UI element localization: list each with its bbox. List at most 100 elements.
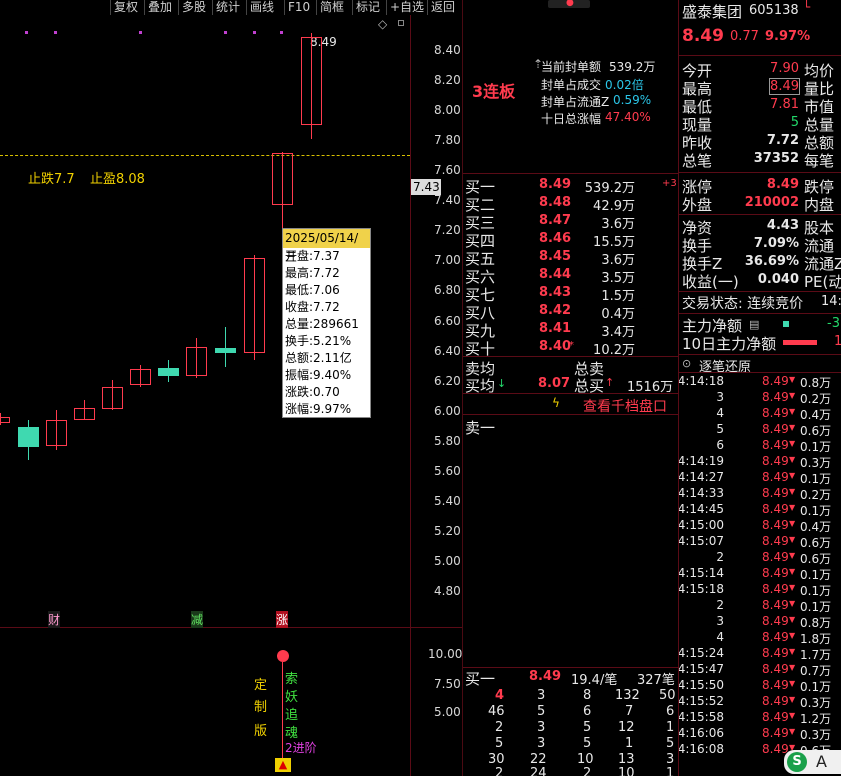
event-marker-limit[interactable]: 涨	[276, 611, 289, 628]
queue-cell: 30	[488, 752, 505, 767]
bid-row[interactable]: 买三 8.47 3.6万	[463, 212, 678, 232]
marker-dot	[280, 31, 283, 34]
tick-price: 8.49	[762, 390, 789, 404]
toolbar-back-button[interactable]: 返回	[427, 0, 455, 15]
bid-price: 8.45	[539, 249, 572, 264]
toolbar-multi-stock-button[interactable]: 多股	[178, 0, 206, 15]
tick-price: 8.49	[762, 518, 789, 532]
quote-right-label: PE(动	[804, 273, 841, 291]
tick-time: 2	[716, 550, 724, 564]
toolbar-restore-rights-button[interactable]: 复权	[110, 0, 138, 15]
event-marker-reduce[interactable]: 减	[191, 611, 204, 628]
tick-direction-icon: ▼	[789, 567, 796, 576]
app-logo-icon: S	[787, 752, 807, 772]
view-thousand-depth-link[interactable]: 查看千档盘口	[583, 396, 667, 416]
queue-cell: 3	[537, 720, 546, 735]
price-tick: 5.00	[434, 554, 461, 568]
quote-value: 36.69%	[744, 254, 799, 269]
quote-row: 总笔 37352 每笔	[679, 151, 841, 170]
diamond-icon[interactable]: ◇	[378, 17, 387, 31]
bid-row[interactable]: 买二 8.48 42.9万	[463, 194, 678, 214]
bid-row[interactable]: 买六 8.44 3.5万	[463, 266, 678, 286]
price-tick: 5.80	[434, 434, 461, 448]
tick-time: 3	[716, 614, 724, 628]
bid-row[interactable]: 买十 8.40 * 10.2万	[463, 338, 678, 358]
bid-row[interactable]: 买一 8.49 539.2万 +3	[463, 176, 678, 196]
tick-time: 14:14:18	[679, 374, 724, 388]
queue-cell: 22	[530, 752, 547, 767]
tick-direction-icon: ▼	[789, 519, 796, 528]
indicator-tick: 5.00	[434, 705, 461, 719]
quote-value: 0.040	[757, 272, 799, 287]
bid-row[interactable]: 买五 8.45 3.6万	[463, 248, 678, 268]
grid-icon[interactable]: ▤	[749, 318, 759, 331]
buy-avg-value: 8.07	[538, 376, 571, 391]
queue-cell: 132	[615, 688, 640, 703]
tick-price: 8.49	[762, 694, 789, 708]
tick-time: 5	[716, 422, 724, 436]
indicator-bar	[282, 662, 283, 762]
flow-bar-negative	[783, 340, 817, 345]
bid-row[interactable]: 买四 8.46 15.5万	[463, 230, 678, 250]
tick-row: 5 8.49 ▼ 0.6万	[679, 422, 841, 438]
queue-cell: 50	[659, 688, 676, 703]
tick-row: 14:16:06 8.49▼ 0.3万	[679, 726, 841, 742]
close-icon[interactable]: ●	[566, 0, 574, 8]
current-price-tag: 7.43	[411, 179, 441, 195]
corner-badge: A	[816, 752, 827, 771]
quote-divider	[679, 291, 841, 292]
tick-direction-icon: ▼	[789, 535, 796, 544]
toolbar-mark-button[interactable]: 标记	[352, 0, 380, 15]
tick-price: 8.49	[762, 406, 789, 420]
toolbar-draw-line-button[interactable]: 画线	[246, 0, 274, 15]
tick-price: 8.49	[762, 662, 789, 676]
maximize-icon[interactable]	[398, 20, 404, 26]
tick-direction-icon: ▼	[789, 455, 796, 464]
tick-price: 8.49	[762, 566, 789, 580]
tick-row: 14:14:45 8.49▼ 0.1万	[679, 502, 841, 518]
tick-time: 14:15:58	[679, 710, 724, 724]
toolbar-f10-button[interactable]: F10	[284, 0, 310, 15]
tick-volume: 0.1万	[800, 568, 832, 582]
tooltip-low: 最低:7.06	[285, 283, 340, 297]
toolbar-overlay-button[interactable]: 叠加	[144, 0, 172, 15]
queue-label: 买一	[465, 670, 496, 688]
tick-time: 14:15:52	[679, 694, 724, 708]
quote-row: 现量 5 总量	[679, 115, 841, 134]
indicator-panel[interactable]: 定 制 版 索 妖 追 魂 2进阶 ▲	[0, 628, 410, 776]
quote-label: 总笔	[682, 152, 713, 170]
tick-volume: 0.4万	[800, 408, 832, 422]
trade-time: 14:	[821, 294, 841, 309]
lightning-icon: ϟ	[552, 396, 560, 410]
tick-direction-icon: ▼	[789, 551, 796, 560]
tick-price: 8.49	[762, 470, 789, 484]
toolbar-stats-button[interactable]: 统计	[212, 0, 240, 15]
tooltip-pct: 涨幅:9.97%	[285, 402, 352, 416]
limit-up-panel: ● 3连板 ⇡ 当前封单额 539.2万 封单占成交 0.02倍 封单占流通Z …	[463, 0, 678, 172]
tick-row: 14:15:14 8.49▼ 0.1万	[679, 566, 841, 582]
indicator-stage-label: 2进阶	[285, 741, 317, 755]
corner-widget[interactable]: S A	[784, 750, 841, 774]
bid-row[interactable]: 买九 8.41 3.4万	[463, 320, 678, 340]
bid-row[interactable]: 买八 8.42 0.4万	[463, 302, 678, 322]
tick-direction-icon: ▼	[789, 391, 796, 400]
tick-price: 8.49	[762, 454, 789, 468]
bid-extra: *	[569, 340, 574, 351]
summary-divider	[463, 393, 678, 394]
queue-cell: 10	[618, 766, 635, 776]
tick-volume: 1.7万	[800, 648, 832, 662]
ten-day-gain-value: 47.40%	[605, 110, 651, 124]
thousand-divider	[463, 414, 678, 415]
queue-cell: 1	[666, 766, 675, 776]
quote-value: 210002	[744, 195, 799, 210]
quote-divider	[679, 354, 841, 355]
bid-price: 8.44	[539, 267, 572, 282]
collapse-icon[interactable]: ⊙	[682, 357, 691, 370]
main-flow-value: -3	[827, 316, 840, 331]
queue-count: 327笔	[637, 673, 675, 688]
bid-row[interactable]: 买七 8.43 1.5万	[463, 284, 678, 304]
tick-volume: 0.1万	[800, 600, 832, 614]
event-marker-financial[interactable]: 财	[48, 611, 61, 628]
toolbar-simple-frame-button[interactable]: 简框	[316, 0, 344, 15]
toolbar-add-watchlist-button[interactable]: +自选	[386, 0, 424, 15]
